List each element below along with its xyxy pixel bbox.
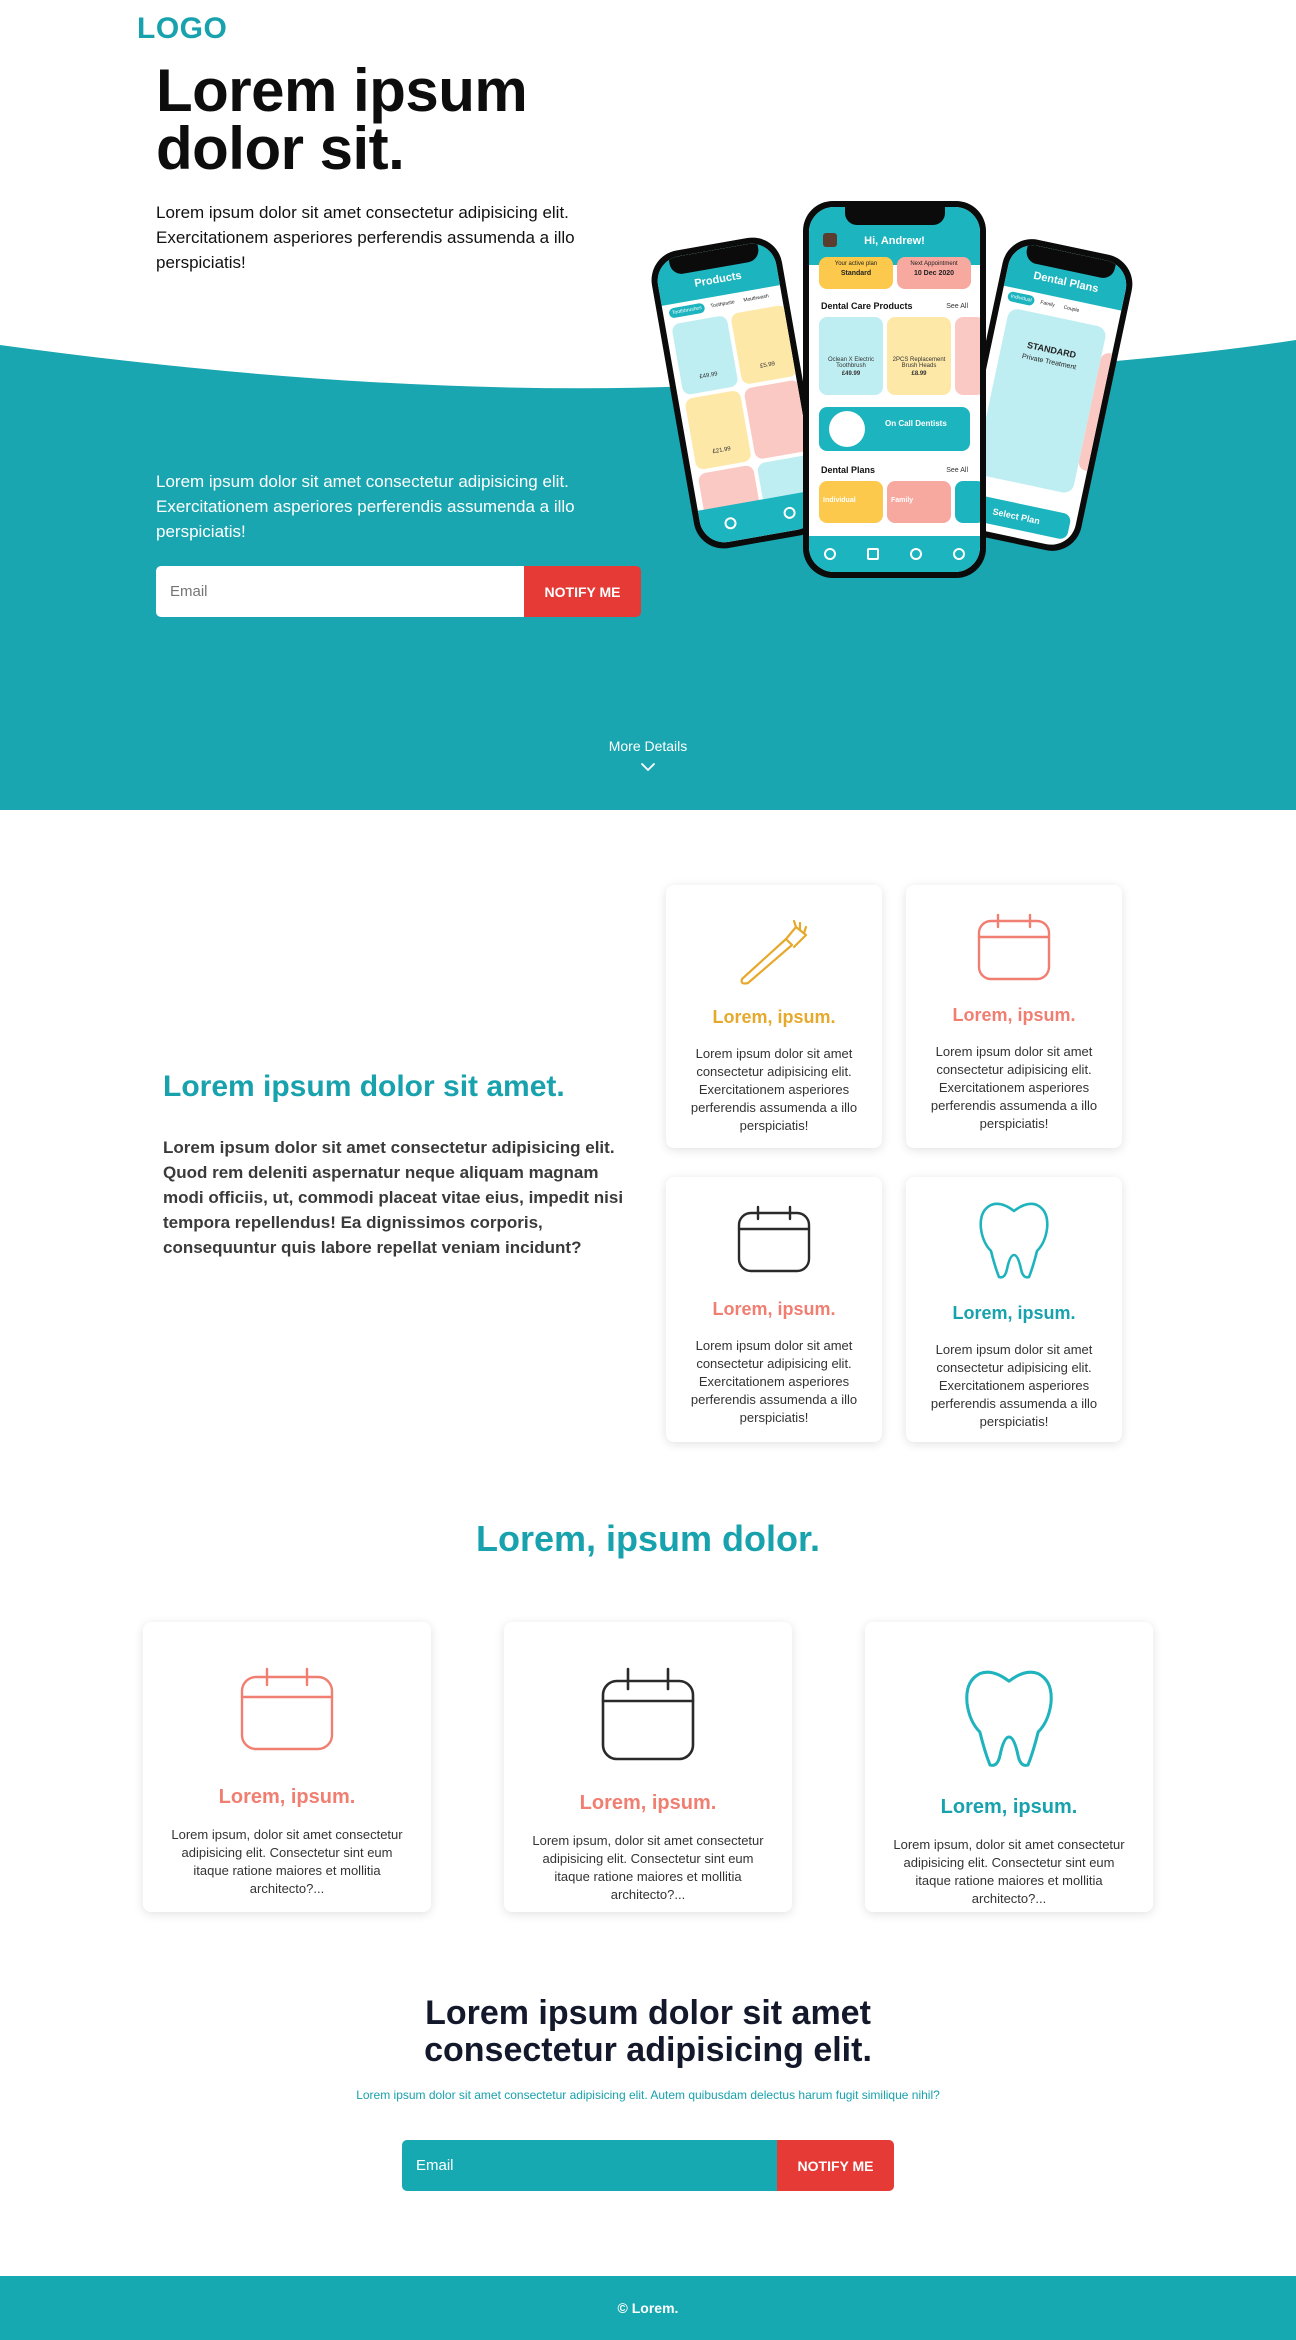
footer: © Lorem.	[0, 2276, 1296, 2340]
service-card-title: Lorem, ipsum.	[218, 1786, 356, 1808]
phone-tab: Toothpaste	[710, 299, 736, 310]
features-title: Lorem ipsum dolor sit amet.	[163, 1070, 565, 1103]
service-card: Lorem, ipsum. Lorem ipsum, dolor sit ame…	[865, 1622, 1153, 1912]
phone-product-card: £5.99	[730, 304, 798, 386]
section-title: Lorem, ipsum dolor.	[475, 1518, 821, 1559]
calendar-icon	[601, 1667, 695, 1761]
hero-description-secondary: Lorem ipsum dolor sit amet consectetur a…	[156, 472, 575, 541]
service-card-title: Lorem, ipsum.	[940, 1796, 1078, 1818]
phone-see-all: See All	[946, 303, 968, 310]
phone-tab: Family	[1039, 299, 1056, 309]
feature-card-title: Lorem, ipsum.	[712, 1007, 836, 1027]
calendar-icon	[240, 1667, 334, 1751]
phone-product-card: 2PCS Replacement Brush Heads £8.99	[887, 317, 951, 395]
feature-card: Lorem, ipsum. Lorem ipsum dolor sit amet…	[906, 885, 1122, 1148]
feature-card-title: Lorem, ipsum.	[952, 1005, 1076, 1025]
service-card-text: Lorem ipsum, dolor sit amet consectetur …	[893, 1837, 1125, 1906]
tooth-icon	[979, 1202, 1049, 1279]
feature-card-text: Lorem ipsum dolor sit amet consectetur a…	[690, 1338, 858, 1425]
service-card: Lorem, ipsum. Lorem ipsum, dolor sit ame…	[504, 1622, 792, 1912]
phone-tab: Mouthwash	[743, 293, 770, 304]
cta-signup-form: NOTIFY ME	[402, 2140, 894, 2191]
hero-title: Lorem ipsum dolor sit.	[156, 57, 528, 182]
hero-description: Lorem ipsum dolor sit amet consectetur a…	[156, 203, 575, 272]
phone-section-title: Dental Care Products	[821, 301, 913, 311]
feature-card-title: Lorem, ipsum.	[712, 1299, 836, 1319]
phone-tab: Individual	[1006, 290, 1036, 307]
logo[interactable]: LOGO	[137, 12, 227, 46]
phone-product-card: £49.99	[671, 314, 739, 396]
phone-product-card: £21.99	[684, 389, 752, 471]
tooth-icon	[965, 1670, 1053, 1767]
phone-section-title: Dental Plans	[821, 465, 876, 475]
phone-avatar	[823, 233, 837, 247]
cta-subtitle: Lorem ipsum dolor sit amet consectetur a…	[356, 2088, 940, 2102]
cta-email-input[interactable]	[402, 2140, 777, 2191]
phone-product-card: Oclean X Electric Toothbrush £49.99	[819, 317, 883, 395]
service-card-title: Lorem, ipsum.	[579, 1792, 717, 1814]
toothbrush-icon	[740, 919, 808, 985]
feature-card-title: Lorem, ipsum.	[952, 1303, 1076, 1323]
feature-card-text: Lorem ipsum dolor sit amet consectetur a…	[930, 1044, 1098, 1131]
service-card: Lorem, ipsum. Lorem ipsum, dolor sit ame…	[143, 1622, 431, 1912]
features-description: Lorem ipsum dolor sit amet consectetur a…	[163, 1138, 624, 1257]
service-card-text: Lorem ipsum, dolor sit amet consectetur …	[171, 1827, 403, 1896]
more-details-link[interactable]: More Details	[598, 738, 698, 754]
feature-card-text: Lorem ipsum dolor sit amet consectetur a…	[930, 1342, 1098, 1429]
feature-card: Lorem, ipsum. Lorem ipsum dolor sit amet…	[666, 885, 882, 1148]
feature-card: Lorem, ipsum. Lorem ipsum dolor sit amet…	[666, 1177, 882, 1442]
phone-appointment-pill: Next Appointment 10 Dec 2020	[897, 257, 971, 289]
feature-card-text: Lorem ipsum dolor sit amet consectetur a…	[690, 1046, 858, 1133]
phone-on-call-banner: On Call Dentists	[819, 407, 970, 451]
hero-notify-button[interactable]: NOTIFY ME	[524, 566, 641, 617]
phone-plan-tile: Individual	[819, 481, 883, 523]
phone-plan-tile: Family	[887, 481, 951, 523]
phone-tab: Toothbrushes	[668, 302, 706, 319]
cta-title: Lorem ipsum dolor sit amet consectetur a…	[424, 1994, 872, 2069]
phone-plan-tile	[955, 481, 980, 523]
hero-section: LOGO Lorem ipsum dolor sit. Lorem ipsum …	[0, 0, 1296, 810]
chevron-down-icon[interactable]	[638, 760, 658, 774]
calendar-icon	[737, 1205, 811, 1273]
service-card-text: Lorem ipsum, dolor sit amet consectetur …	[532, 1833, 764, 1902]
phone-product-card	[743, 379, 812, 460]
phone-see-all: See All	[946, 467, 968, 474]
calendar-icon	[977, 913, 1051, 981]
cta-notify-button[interactable]: NOTIFY ME	[777, 2140, 894, 2191]
hero-signup-form: NOTIFY ME	[156, 566, 641, 617]
hero-email-input[interactable]	[156, 566, 524, 617]
footer-copyright: © Lorem.	[617, 2300, 679, 2316]
phone-product-card	[955, 317, 980, 395]
phone-mockup-home: Hi, Andrew! Your active plan Standard Ne…	[803, 201, 986, 578]
phone-nav-bar	[809, 536, 980, 572]
phone-tab: Couple	[1062, 304, 1080, 314]
feature-card: Lorem, ipsum. Lorem ipsum dolor sit amet…	[906, 1177, 1122, 1442]
phone-plan-pill: Your active plan Standard	[819, 257, 893, 289]
